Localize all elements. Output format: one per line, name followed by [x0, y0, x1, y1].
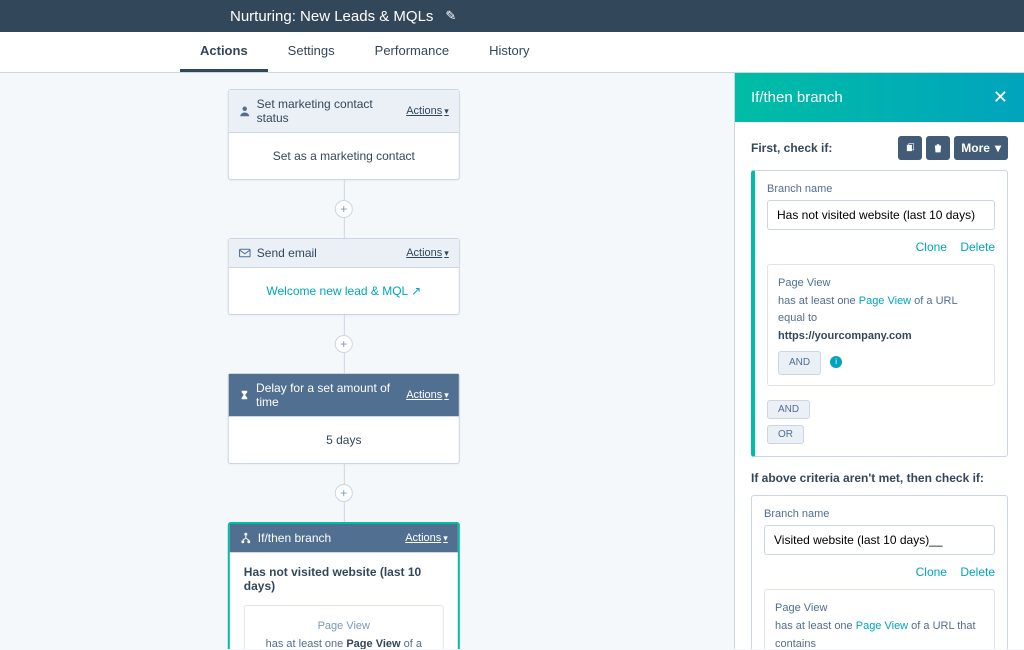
tab-performance[interactable]: Performance — [355, 32, 469, 72]
ifthen-panel: If/then branch ✕ First, check if: More▾ … — [734, 73, 1024, 649]
branch-block-1: Branch name Clone Delete Page View has a… — [751, 170, 1008, 457]
clone-link[interactable]: Clone — [916, 240, 947, 254]
delete-button[interactable] — [926, 136, 950, 160]
tab-actions[interactable]: Actions — [180, 32, 268, 72]
and-button[interactable]: AND — [767, 400, 810, 419]
card-delay[interactable]: Delay for a set amount of time Actions▾ … — [228, 373, 460, 464]
add-action-button[interactable]: + — [335, 484, 353, 502]
email-link[interactable]: Welcome new lead & MQL ↗ — [266, 284, 421, 298]
user-icon — [239, 105, 251, 117]
tab-bar: Actions Settings Performance History — [0, 32, 1024, 73]
branch-name-label: Branch name — [767, 183, 995, 195]
delete-link[interactable]: Delete — [960, 240, 995, 254]
branch-name-label: Branch name — [764, 508, 995, 520]
panel-title: If/then branch — [751, 89, 843, 106]
card-title: Send email — [257, 246, 317, 260]
between-label: If above criteria aren't met, then check… — [751, 471, 1008, 485]
close-icon[interactable]: ✕ — [993, 87, 1008, 108]
branch-name-input[interactable] — [767, 200, 995, 230]
criteria-summary: Page View has at least one Page View of … — [244, 605, 444, 649]
card-title: Delay for a set amount of time — [256, 381, 406, 409]
add-action-button[interactable]: + — [335, 335, 353, 353]
add-action-button[interactable]: + — [335, 200, 353, 218]
panel-header: If/then branch ✕ — [735, 73, 1024, 122]
card-ifthen-branch[interactable]: If/then branch Actions▾ Has not visited … — [228, 522, 460, 649]
card-actions-menu[interactable]: Actions▾ — [406, 105, 449, 117]
branch-name-input[interactable] — [764, 525, 995, 555]
tab-history[interactable]: History — [469, 32, 549, 72]
header-bar: Nurturing: New Leads & MQLs ✎ — [0, 0, 1024, 32]
clone-link[interactable]: Clone — [916, 565, 947, 579]
trash-icon — [933, 143, 943, 153]
card-set-marketing-status[interactable]: Set marketing contact status Actions▾ Se… — [228, 89, 460, 180]
first-check-label: First, check if: — [751, 141, 832, 155]
card-actions-menu[interactable]: Actions▾ — [405, 532, 448, 544]
card-body: 5 days — [229, 417, 459, 463]
card-send-email[interactable]: Send email Actions▾ Welcome new lead & M… — [228, 238, 460, 315]
info-icon[interactable]: i — [830, 356, 842, 368]
card-title: If/then branch — [258, 531, 331, 545]
hourglass-icon — [239, 389, 250, 401]
edit-title-icon[interactable]: ✎ — [445, 8, 456, 24]
card-actions-menu[interactable]: Actions▾ — [406, 247, 449, 259]
tab-settings[interactable]: Settings — [268, 32, 355, 72]
or-button[interactable]: OR — [767, 425, 804, 444]
branch-name: Has not visited website (last 10 days) — [244, 565, 444, 593]
copy-icon — [905, 143, 915, 153]
card-title: Set marketing contact status — [257, 97, 407, 125]
delete-link[interactable]: Delete — [960, 565, 995, 579]
branch-block-2: Branch name Clone Delete Page View has a… — [751, 495, 1008, 649]
branch-icon — [240, 532, 252, 544]
and-chip[interactable]: AND — [778, 351, 821, 375]
criteria-box[interactable]: Page View has at least one Page View of … — [767, 264, 995, 386]
card-body: Set as a marketing contact — [229, 133, 459, 179]
workflow-canvas[interactable]: Set marketing contact status Actions▾ Se… — [0, 73, 734, 649]
more-button[interactable]: More▾ — [954, 136, 1008, 160]
criteria-box[interactable]: Page View has at least one Page View of … — [764, 589, 995, 649]
copy-button[interactable] — [898, 136, 922, 160]
email-icon — [239, 247, 251, 259]
workflow-title: Nurturing: New Leads & MQLs — [230, 8, 433, 25]
card-actions-menu[interactable]: Actions▾ — [406, 389, 449, 401]
